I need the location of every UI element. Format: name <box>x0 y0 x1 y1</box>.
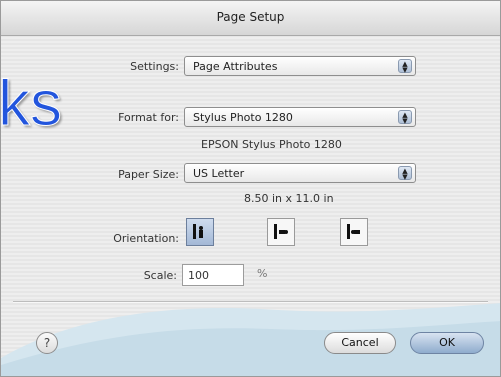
format-for-value: Stylus Photo 1280 <box>193 111 293 124</box>
overlay-text: ks <box>0 67 63 139</box>
window-title: Page Setup <box>216 10 285 24</box>
popup-arrows-icon: ▲ ▼ <box>398 166 412 181</box>
settings-popup[interactable]: Page Attributes ▲ ▼ <box>184 56 416 76</box>
format-for-label: Format for: <box>118 111 179 124</box>
landscape-left-icon <box>274 224 288 239</box>
settings-label: Settings: <box>130 60 179 73</box>
portrait-orientation-button[interactable] <box>186 218 214 246</box>
portrait-orientation-icon <box>193 224 203 239</box>
scale-unit: % <box>257 267 268 280</box>
landscape-right-orientation-button[interactable] <box>340 218 368 246</box>
printer-description: EPSON Stylus Photo 1280 <box>201 138 342 151</box>
title-bar[interactable]: Page Setup <box>1 1 500 36</box>
settings-value: Page Attributes <box>193 60 278 73</box>
popup-arrows-icon: ▲ ▼ <box>398 59 412 74</box>
page-setup-dialog: Page Setup Settings: Page Attributes ▲ ▼ … <box>0 0 501 377</box>
paper-dimensions: 8.50 in x 11.0 in <box>244 192 334 205</box>
cancel-button[interactable]: Cancel <box>324 332 396 354</box>
paper-size-popup[interactable]: US Letter ▲ ▼ <box>184 163 416 183</box>
landscape-right-icon <box>347 224 360 239</box>
landscape-left-orientation-button[interactable] <box>267 218 295 246</box>
format-for-popup[interactable]: Stylus Photo 1280 ▲ ▼ <box>184 107 416 127</box>
help-button[interactable]: ? <box>36 332 58 354</box>
ok-button[interactable]: OK <box>410 332 484 354</box>
scale-label: Scale: <box>143 269 177 282</box>
popup-arrows-icon: ▲ ▼ <box>398 110 412 125</box>
paper-size-label: Paper Size: <box>118 168 179 181</box>
orientation-label: Orientation: <box>113 232 179 245</box>
scale-input[interactable]: 100 <box>182 264 244 286</box>
paper-size-value: US Letter <box>193 167 245 180</box>
